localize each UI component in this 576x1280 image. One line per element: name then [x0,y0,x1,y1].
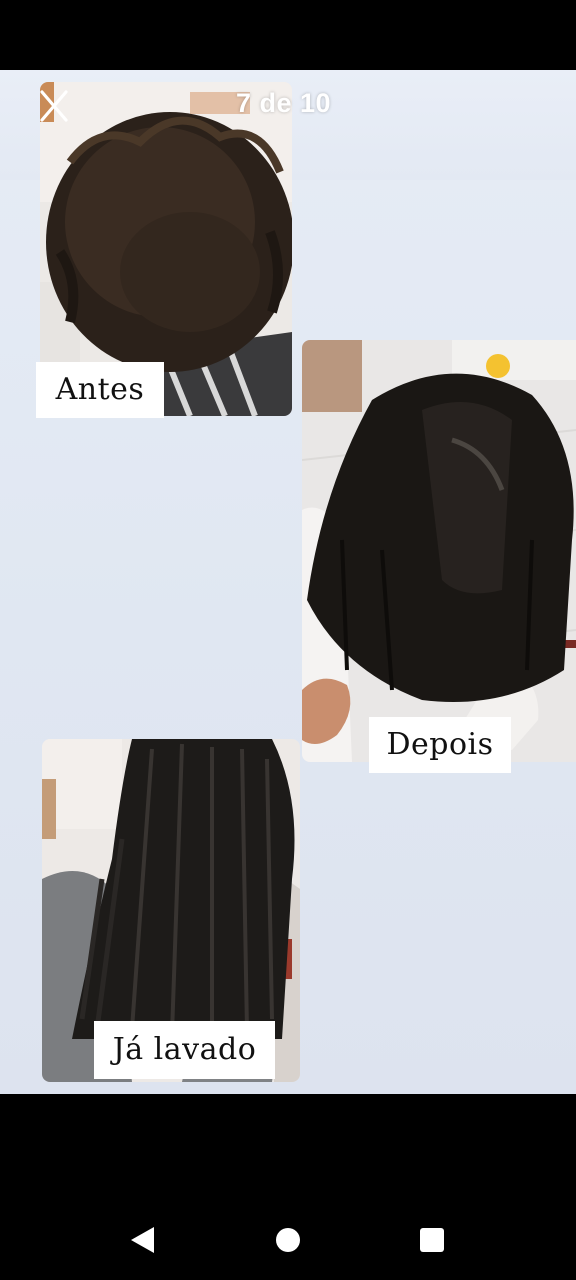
caption-washed: Já lavado [94,1021,275,1079]
photo-after [302,340,576,762]
recents-button[interactable] [418,1226,446,1254]
home-circle-icon [276,1228,300,1252]
recents-square-icon [420,1228,444,1252]
screen: Antes Depois Já lavado 7 de 10 [0,0,576,1280]
photo-after-image [302,340,576,762]
navigation-bar [0,1094,576,1280]
close-icon [40,90,68,122]
caption-before: Antes [36,362,164,418]
caption-after: Depois [369,717,511,773]
back-triangle-icon [131,1227,154,1253]
close-button[interactable] [34,86,74,126]
back-button[interactable] [126,1224,160,1256]
status-bar [0,0,576,70]
home-button[interactable] [273,1225,303,1255]
image-viewer[interactable]: Antes Depois Já lavado 7 de 10 [0,70,576,1094]
image-counter: 7 de 10 [236,88,332,118]
